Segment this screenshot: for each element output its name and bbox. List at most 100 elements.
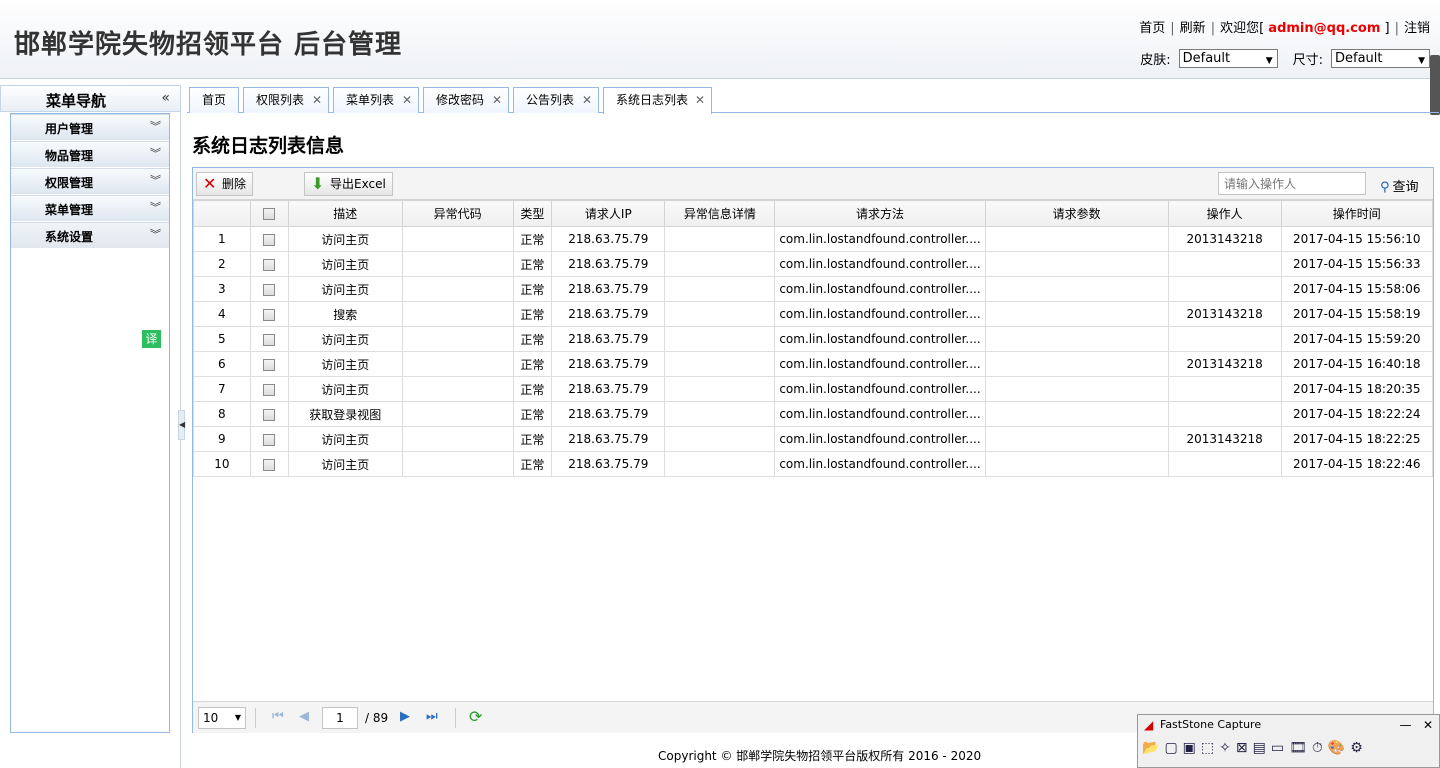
menu-item-menu-management[interactable]: 菜单管理 ︾ (11, 195, 169, 222)
table-row[interactable]: 4 搜索 正常 218.63.75.79 com.lin.lostandfound.co… (193, 301, 1434, 327)
first-page-icon[interactable]: ⏮ (272, 709, 284, 724)
row-checkbox[interactable] (249, 251, 289, 277)
size-label: 尺寸: (1292, 53, 1323, 68)
faststone-title-bar: ◢ FastStone Capture — ✕ (1138, 715, 1439, 735)
row-checkbox[interactable] (249, 301, 289, 327)
table-row[interactable]: 8 获取登录视图 正常 218.63.75.79 com.lin.lostandfoun… (193, 401, 1434, 427)
page-number-input[interactable]: 1 (322, 707, 358, 729)
close-icon[interactable]: ✕ (492, 88, 502, 113)
translate-badge[interactable]: 译 (142, 330, 161, 348)
operator-cell: 2013143218 (1167, 226, 1282, 252)
request-ip-cell: 218.63.75.79 (551, 351, 666, 377)
column-header[interactable]: 异常信息详情 (664, 200, 776, 227)
column-header[interactable]: 异常代码 (401, 200, 514, 227)
row-checkbox[interactable] (249, 351, 289, 377)
request-method-cell: com.lin.lostandfound.controller.... (774, 226, 986, 252)
table-row[interactable]: 6 访问主页 正常 218.63.75.79 com.lin.lostandfound.… (193, 351, 1434, 377)
search-button[interactable]: ⚲ 查询 (1380, 176, 1419, 195)
column-header[interactable]: 操作时间 (1280, 200, 1434, 227)
description-cell: 访问主页 (287, 426, 403, 452)
capture-fixed-region-icon[interactable]: ▭ (1271, 740, 1284, 756)
tab-menu-list[interactable]: 菜单列表 ✕ (333, 87, 419, 113)
operator-cell: 2013143218 (1167, 301, 1282, 327)
close-icon[interactable]: ✕ (582, 88, 592, 113)
row-checkbox[interactable] (249, 326, 289, 352)
select-all-checkbox[interactable] (249, 200, 289, 227)
table-row[interactable]: 3 访问主页 正常 218.63.75.79 com.lin.lostandfound.… (193, 276, 1434, 302)
next-page-icon[interactable]: ▶ (400, 709, 410, 724)
operation-time-cell: 2017-04-15 18:22:46 (1280, 451, 1434, 477)
column-header[interactable]: 请求参数 (984, 200, 1169, 227)
row-checkbox[interactable] (249, 451, 289, 477)
dropdown-arrow-icon: ▼ (234, 713, 241, 722)
menu-item-system-settings[interactable]: 系统设置 ︾ (11, 222, 169, 249)
exception-code-cell (401, 326, 514, 352)
request-ip-cell: 218.63.75.79 (551, 376, 666, 402)
collapse-icon[interactable]: « (161, 90, 170, 106)
refresh-icon[interactable]: ⟳ (469, 707, 482, 726)
column-header[interactable]: 请求人IP (551, 200, 666, 227)
open-folder-icon[interactable]: 📂 (1142, 740, 1159, 756)
chevron-down-icon: ︾ (150, 174, 161, 187)
type-cell: 正常 (512, 451, 553, 477)
color-picker-icon[interactable]: 🎨 (1328, 740, 1345, 756)
close-icon[interactable]: ✕ (695, 88, 705, 113)
table-row[interactable]: 7 访问主页 正常 218.63.75.79 com.lin.lostandfound.… (193, 376, 1434, 402)
request-ip-cell: 218.63.75.79 (551, 426, 666, 452)
home-link[interactable]: 首页 (1139, 21, 1165, 36)
skin-select[interactable]: Default ▼ (1178, 49, 1278, 68)
capture-scrolling-icon[interactable]: ▤ (1253, 740, 1266, 756)
welcome-prefix: 欢迎您[ (1220, 21, 1265, 36)
description-cell: 获取登录视图 (287, 401, 403, 427)
table-row[interactable]: 5 访问主页 正常 218.63.75.79 com.lin.lostandfound.… (193, 326, 1434, 352)
row-checkbox[interactable] (249, 426, 289, 452)
menu-item-item-management[interactable]: 物品管理 ︾ (11, 141, 169, 168)
capture-fullscreen-icon[interactable]: ⊠ (1236, 740, 1248, 756)
table-row[interactable]: 1 访问主页 正常 218.63.75.79 com.lin.lostandfound.… (193, 226, 1434, 252)
screen-recorder-icon[interactable]: 🎞 (1289, 740, 1307, 756)
exception-detail-cell (664, 351, 776, 377)
row-checkbox[interactable] (249, 376, 289, 402)
operator-cell (1167, 451, 1282, 477)
column-header[interactable]: 类型 (512, 200, 553, 227)
splitter-handle[interactable]: ◀ (178, 410, 185, 440)
column-header[interactable]: 描述 (287, 200, 403, 227)
type-cell: 正常 (512, 351, 553, 377)
capture-rectangle-icon[interactable]: ⬚ (1201, 740, 1214, 756)
page-size-select[interactable]: 10 ▼ (198, 707, 246, 729)
delay-timer-icon[interactable]: ⏱ (1312, 740, 1323, 756)
table-row[interactable]: 10 访问主页 正常 218.63.75.79 com.lin.lostandfound… (193, 451, 1434, 477)
sidebar-menu: 用户管理 ︾ 物品管理 ︾ 权限管理 ︾ 菜单管理 ︾ 系统设置 ︾ (10, 113, 170, 733)
table-row[interactable]: 2 访问主页 正常 218.63.75.79 com.lin.lostandfound.… (193, 251, 1434, 277)
table-row[interactable]: 9 访问主页 正常 218.63.75.79 com.lin.lostandfound.… (193, 426, 1434, 452)
capture-window-icon[interactable]: ▢ (1164, 740, 1177, 756)
tab-notice-list[interactable]: 公告列表 ✕ (513, 87, 599, 113)
tab-home[interactable]: 首页 (189, 87, 239, 113)
column-header[interactable]: 操作人 (1167, 200, 1282, 227)
capture-object-icon[interactable]: ▣ (1183, 740, 1196, 756)
column-header[interactable]: 请求方法 (774, 200, 986, 227)
row-checkbox[interactable] (249, 401, 289, 427)
export-excel-button[interactable]: ⬇ 导出Excel (304, 172, 393, 196)
capture-freehand-icon[interactable]: ✧ (1219, 740, 1231, 756)
settings-icon[interactable]: ⚙ (1350, 740, 1363, 756)
row-checkbox[interactable] (249, 226, 289, 252)
operator-search-input[interactable] (1218, 172, 1366, 195)
delete-button[interactable]: ✕ 删除 (196, 172, 254, 196)
close-icon[interactable]: ✕ (402, 88, 412, 113)
tab-permission-list[interactable]: 权限列表 ✕ (243, 87, 329, 113)
menu-item-permission-management[interactable]: 权限管理 ︾ (11, 168, 169, 195)
menu-item-user-management[interactable]: 用户管理 ︾ (11, 114, 169, 141)
refresh-link[interactable]: 刷新 (1180, 21, 1206, 36)
tab-change-password[interactable]: 修改密码 ✕ (423, 87, 509, 113)
prev-page-icon[interactable]: ◀ (299, 709, 309, 724)
close-icon[interactable]: ✕ (312, 88, 322, 113)
exception-detail-cell (664, 376, 776, 402)
size-select[interactable]: Default ▼ (1331, 49, 1430, 68)
tab-system-log-list[interactable]: 系统日志列表 ✕ (603, 87, 712, 114)
logout-link[interactable]: 注销 (1404, 21, 1430, 36)
window-controls[interactable]: — ✕ (1400, 715, 1434, 735)
last-page-icon[interactable]: ⏭ (426, 709, 438, 724)
page-title: 系统日志列表信息 (192, 135, 345, 157)
row-checkbox[interactable] (249, 276, 289, 302)
